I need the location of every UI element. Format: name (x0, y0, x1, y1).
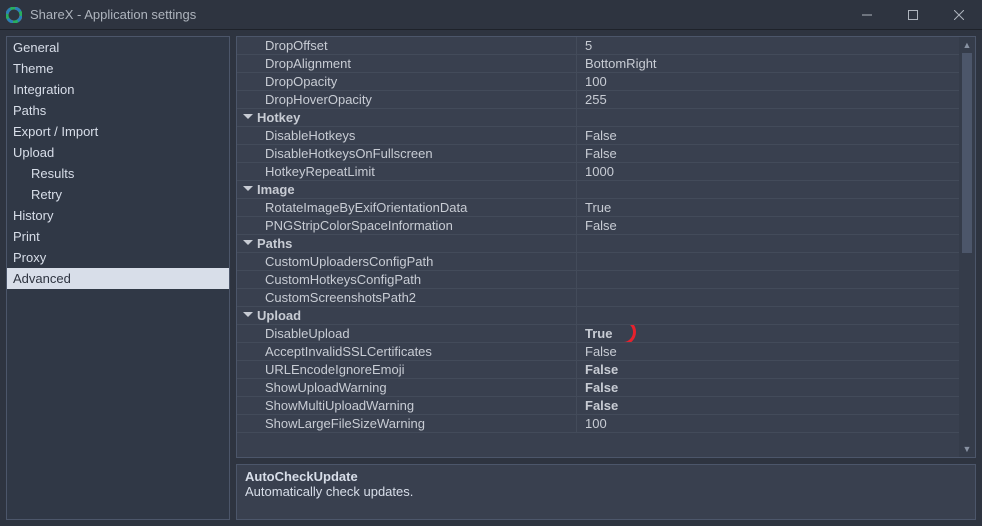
property-value[interactable]: False (577, 127, 959, 144)
property-grid-panel: DropOffset5DropAlignmentBottomRightDropO… (236, 36, 976, 458)
sidebar-item-export-import[interactable]: Export / Import (7, 121, 229, 142)
category-label: Hotkey (237, 109, 577, 126)
property-name: DropOffset (237, 37, 577, 54)
property-value[interactable]: True (577, 199, 959, 216)
property-row[interactable]: DisableUploadTrue (237, 325, 959, 343)
property-row[interactable]: URLEncodeIgnoreEmojiFalse (237, 361, 959, 379)
app-logo-icon (6, 7, 22, 23)
property-name: DisableUpload (237, 325, 577, 342)
property-row[interactable]: DisableHotkeysOnFullscreenFalse (237, 145, 959, 163)
property-name: DropOpacity (237, 73, 577, 90)
vertical-scrollbar[interactable]: ▲ ▼ (959, 37, 975, 457)
property-value[interactable]: False (577, 217, 959, 234)
property-category[interactable]: Paths (237, 235, 959, 253)
property-row[interactable]: PNGStripColorSpaceInformationFalse (237, 217, 959, 235)
property-grid[interactable]: DropOffset5DropAlignmentBottomRightDropO… (237, 37, 959, 457)
property-name: ShowUploadWarning (237, 379, 577, 396)
titlebar: ShareX - Application settings (0, 0, 982, 30)
property-value[interactable]: 255 (577, 91, 959, 108)
property-value[interactable] (577, 253, 959, 270)
property-value[interactable]: False (577, 343, 959, 360)
description-body: Automatically check updates. (245, 484, 967, 499)
property-value (577, 307, 959, 324)
sidebar-item-results[interactable]: Results (7, 163, 229, 184)
category-label: Paths (237, 235, 577, 252)
property-value[interactable]: 100 (577, 73, 959, 90)
property-name: ShowLargeFileSizeWarning (237, 415, 577, 432)
scrollbar-thumb[interactable] (962, 53, 972, 253)
property-row[interactable]: ShowMultiUploadWarningFalse (237, 397, 959, 415)
category-label: Image (237, 181, 577, 198)
property-row[interactable]: CustomHotkeysConfigPath (237, 271, 959, 289)
property-name: AcceptInvalidSSLCertificates (237, 343, 577, 360)
hand-annotation-circle (577, 325, 636, 342)
category-label: Upload (237, 307, 577, 324)
sidebar-item-print[interactable]: Print (7, 226, 229, 247)
property-row[interactable]: RotateImageByExifOrientationDataTrue (237, 199, 959, 217)
property-value (577, 235, 959, 252)
property-name: DropAlignment (237, 55, 577, 72)
property-value (577, 181, 959, 198)
property-name: RotateImageByExifOrientationData (237, 199, 577, 216)
property-row[interactable]: DisableHotkeysFalse (237, 127, 959, 145)
property-name: DropHoverOpacity (237, 91, 577, 108)
property-name: CustomHotkeysConfigPath (237, 271, 577, 288)
property-value[interactable]: False (577, 361, 959, 378)
property-row[interactable]: DropOffset5 (237, 37, 959, 55)
property-row[interactable]: ShowLargeFileSizeWarning100 (237, 415, 959, 433)
description-panel: AutoCheckUpdate Automatically check upda… (236, 464, 976, 520)
window-title: ShareX - Application settings (30, 7, 196, 22)
property-value[interactable] (577, 271, 959, 288)
property-row[interactable]: ShowUploadWarningFalse (237, 379, 959, 397)
sidebar-item-advanced[interactable]: Advanced (7, 268, 229, 289)
property-value[interactable]: False (577, 379, 959, 396)
property-value[interactable]: 5 (577, 37, 959, 54)
property-name: CustomUploadersConfigPath (237, 253, 577, 270)
property-name: URLEncodeIgnoreEmoji (237, 361, 577, 378)
property-value (577, 109, 959, 126)
sidebar-item-integration[interactable]: Integration (7, 79, 229, 100)
property-value[interactable]: 1000 (577, 163, 959, 180)
property-row[interactable]: DropOpacity100 (237, 73, 959, 91)
close-button[interactable] (936, 0, 982, 30)
settings-sidebar[interactable]: GeneralThemeIntegrationPathsExport / Imp… (6, 36, 230, 520)
minimize-button[interactable] (844, 0, 890, 30)
property-category[interactable]: Upload (237, 307, 959, 325)
property-name: DisableHotkeys (237, 127, 577, 144)
property-name: DisableHotkeysOnFullscreen (237, 145, 577, 162)
property-value[interactable]: True (577, 325, 959, 342)
sidebar-item-retry[interactable]: Retry (7, 184, 229, 205)
property-category[interactable]: Image (237, 181, 959, 199)
property-name: CustomScreenshotsPath2 (237, 289, 577, 306)
property-row[interactable]: HotkeyRepeatLimit1000 (237, 163, 959, 181)
sidebar-item-general[interactable]: General (7, 37, 229, 58)
maximize-button[interactable] (890, 0, 936, 30)
property-value[interactable]: False (577, 145, 959, 162)
property-value[interactable]: BottomRight (577, 55, 959, 72)
sidebar-item-theme[interactable]: Theme (7, 58, 229, 79)
property-name: HotkeyRepeatLimit (237, 163, 577, 180)
property-row[interactable]: DropAlignmentBottomRight (237, 55, 959, 73)
property-category[interactable]: Hotkey (237, 109, 959, 127)
property-name: ShowMultiUploadWarning (237, 397, 577, 414)
property-row[interactable]: AcceptInvalidSSLCertificatesFalse (237, 343, 959, 361)
property-row[interactable]: CustomScreenshotsPath2 (237, 289, 959, 307)
sidebar-item-proxy[interactable]: Proxy (7, 247, 229, 268)
property-row[interactable]: CustomUploadersConfigPath (237, 253, 959, 271)
scroll-up-icon[interactable]: ▲ (959, 37, 975, 53)
property-name: PNGStripColorSpaceInformation (237, 217, 577, 234)
property-value[interactable]: False (577, 397, 959, 414)
main-area: GeneralThemeIntegrationPathsExport / Imp… (0, 30, 982, 526)
sidebar-item-paths[interactable]: Paths (7, 100, 229, 121)
property-value[interactable]: 100 (577, 415, 959, 432)
scroll-down-icon[interactable]: ▼ (959, 441, 975, 457)
sidebar-item-history[interactable]: History (7, 205, 229, 226)
property-value[interactable] (577, 289, 959, 306)
property-row[interactable]: DropHoverOpacity255 (237, 91, 959, 109)
description-title: AutoCheckUpdate (245, 469, 967, 484)
sidebar-item-upload[interactable]: Upload (7, 142, 229, 163)
